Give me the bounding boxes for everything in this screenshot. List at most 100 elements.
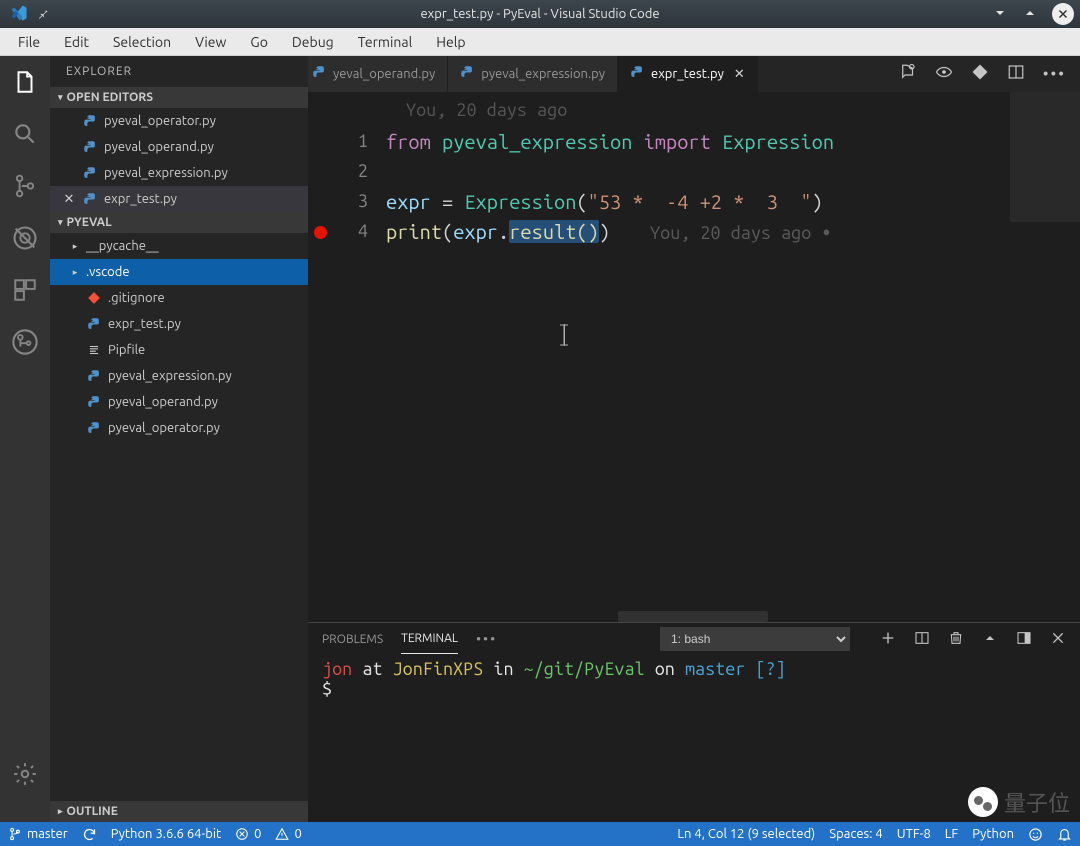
editor-region: yeval_operand.pypyeval_expression.pyexpr… bbox=[308, 56, 1080, 822]
tree-item[interactable]: ▸__pycache__ bbox=[50, 233, 308, 259]
menu-selection[interactable]: Selection bbox=[103, 31, 181, 53]
code-line[interactable]: 4print(expr.result())You, 20 days ago • bbox=[308, 216, 1080, 246]
status-notifications-icon[interactable] bbox=[1057, 827, 1072, 842]
compare-changes-icon[interactable] bbox=[899, 63, 917, 85]
terminal-output[interactable]: jon at JonFinXPS in ~/git/PyEval on mast… bbox=[308, 655, 1080, 822]
section-open-editors[interactable]: ▾ OPEN EDITORS bbox=[50, 87, 308, 108]
gitlens-icon[interactable] bbox=[11, 328, 39, 356]
status-selection[interactable]: Ln 4, Col 12 (9 selected) bbox=[677, 827, 815, 841]
extensions-icon[interactable] bbox=[11, 276, 39, 304]
minimap[interactable] bbox=[1010, 92, 1080, 622]
open-editor-item[interactable]: pyeval_operator.py bbox=[50, 108, 308, 134]
python-file-icon bbox=[82, 113, 98, 129]
open-editor-item[interactable]: pyeval_expression.py bbox=[50, 160, 308, 186]
panel-tab-problems[interactable]: PROBLEMS bbox=[322, 625, 383, 654]
tree-item[interactable]: pyeval_expression.py bbox=[50, 363, 308, 389]
panel-more-icon[interactable]: ••• bbox=[476, 631, 497, 647]
tree-item[interactable]: pyeval_operator.py bbox=[50, 415, 308, 441]
tree-item[interactable]: pyeval_operand.py bbox=[50, 389, 308, 415]
menu-terminal[interactable]: Terminal bbox=[348, 31, 423, 53]
status-language[interactable]: Python bbox=[972, 827, 1014, 841]
source-control-icon[interactable] bbox=[11, 172, 39, 200]
explorer-icon[interactable] bbox=[11, 68, 39, 96]
more-icon[interactable]: ••• bbox=[1043, 65, 1066, 83]
settings-gear-icon[interactable] bbox=[11, 760, 39, 788]
python-file-icon bbox=[86, 394, 102, 410]
code-line[interactable]: 3expr = Expression("53 * -4 +2 * 3 ") bbox=[308, 186, 1080, 216]
maximize-panel-icon[interactable] bbox=[982, 630, 998, 649]
maximize-icon[interactable] bbox=[1022, 5, 1038, 24]
python-file-icon bbox=[312, 65, 327, 83]
editor-tab[interactable]: yeval_operand.py bbox=[308, 56, 448, 92]
menu-debug[interactable]: Debug bbox=[282, 31, 344, 53]
editor-tab[interactable]: expr_test.py ✕ bbox=[618, 56, 758, 92]
menu-edit[interactable]: Edit bbox=[54, 31, 99, 53]
status-encoding[interactable]: UTF-8 bbox=[897, 827, 931, 841]
breakpoint-icon[interactable] bbox=[314, 226, 327, 239]
status-eol[interactable]: LF bbox=[945, 827, 958, 841]
split-terminal-icon[interactable] bbox=[914, 630, 930, 649]
tree-item[interactable]: ▸.vscode bbox=[50, 259, 308, 285]
minimize-icon[interactable] bbox=[992, 5, 1008, 24]
section-outline[interactable]: ▸ OUTLINE bbox=[50, 801, 308, 822]
file-label: pyeval_expression.py bbox=[108, 369, 232, 383]
editor-tab[interactable]: pyeval_expression.py bbox=[448, 56, 618, 92]
status-bar: master Python 3.6.6 64-bit 0 0 Ln 4, Col… bbox=[0, 822, 1080, 846]
preview-icon[interactable] bbox=[935, 63, 953, 85]
status-feedback-icon[interactable] bbox=[1028, 827, 1043, 842]
text-file-icon bbox=[86, 342, 102, 358]
new-terminal-icon[interactable] bbox=[880, 630, 896, 649]
horizontal-scrollbar[interactable] bbox=[618, 611, 768, 622]
file-label: expr_test.py bbox=[108, 317, 181, 331]
menu-bar: FileEditSelectionViewGoDebugTerminalHelp bbox=[0, 28, 1080, 56]
folder-label: .vscode bbox=[86, 265, 130, 279]
tree-item[interactable]: Pipfile bbox=[50, 337, 308, 363]
line-number: 4 bbox=[332, 221, 386, 241]
tab-label: expr_test.py bbox=[651, 67, 724, 81]
menu-go[interactable]: Go bbox=[240, 31, 277, 53]
explorer-title: EXPLORER bbox=[50, 56, 308, 87]
terminal-select[interactable]: 1: bash bbox=[660, 627, 850, 651]
line-number: 2 bbox=[332, 161, 386, 181]
tree-item[interactable]: expr_test.py bbox=[50, 311, 308, 337]
panel-position-icon[interactable] bbox=[1016, 630, 1032, 649]
diff-icon[interactable] bbox=[971, 63, 989, 85]
menu-help[interactable]: Help bbox=[426, 31, 475, 53]
code-editor[interactable]: You, 20 days ago 1from pyeval_expression… bbox=[308, 92, 1080, 622]
tree-item[interactable]: .gitignore bbox=[50, 285, 308, 311]
close-panel-icon[interactable] bbox=[1050, 630, 1066, 649]
code-line[interactable]: 2 bbox=[308, 156, 1080, 186]
open-editor-item[interactable]: pyeval_operand.py bbox=[50, 134, 308, 160]
status-errors[interactable]: 0 bbox=[235, 827, 261, 841]
close-tab-icon[interactable]: ✕ bbox=[734, 67, 745, 82]
watermark-logo-icon bbox=[968, 787, 998, 817]
status-warnings[interactable]: 0 bbox=[275, 827, 301, 841]
pin-icon[interactable] bbox=[36, 6, 50, 23]
status-spaces[interactable]: Spaces: 4 bbox=[829, 827, 882, 841]
open-editor-item[interactable]: ✕expr_test.py bbox=[50, 186, 308, 212]
debug-icon[interactable] bbox=[11, 224, 39, 252]
menu-view[interactable]: View bbox=[185, 31, 236, 53]
code-line[interactable]: 1from pyeval_expression import Expressio… bbox=[308, 126, 1080, 156]
chevron-right-icon: ▸ bbox=[70, 241, 80, 252]
status-sync-icon[interactable] bbox=[82, 827, 97, 842]
close-window-button[interactable] bbox=[1052, 3, 1074, 25]
section-project[interactable]: ▾ PYEVAL bbox=[50, 212, 308, 233]
panel-tab-terminal[interactable]: TERMINAL bbox=[401, 624, 458, 654]
python-file-icon bbox=[630, 65, 645, 83]
python-file-icon bbox=[460, 65, 475, 83]
menu-file[interactable]: File bbox=[8, 31, 50, 53]
close-editor-icon[interactable]: ✕ bbox=[62, 192, 76, 207]
status-python[interactable]: Python 3.6.6 64-bit bbox=[111, 827, 221, 841]
file-label: pyeval_operator.py bbox=[104, 114, 216, 128]
python-file-icon bbox=[82, 165, 98, 181]
kill-terminal-icon[interactable] bbox=[948, 630, 964, 649]
file-label: pyeval_operator.py bbox=[108, 421, 220, 435]
file-label: pyeval_operand.py bbox=[104, 140, 214, 154]
split-editor-icon[interactable] bbox=[1007, 63, 1025, 85]
search-icon[interactable] bbox=[11, 120, 39, 148]
python-file-icon bbox=[82, 191, 98, 207]
status-branch[interactable]: master bbox=[8, 827, 68, 841]
window-title: expr_test.py - PyEval - Visual Studio Co… bbox=[0, 7, 1080, 21]
python-file-icon bbox=[86, 316, 102, 332]
